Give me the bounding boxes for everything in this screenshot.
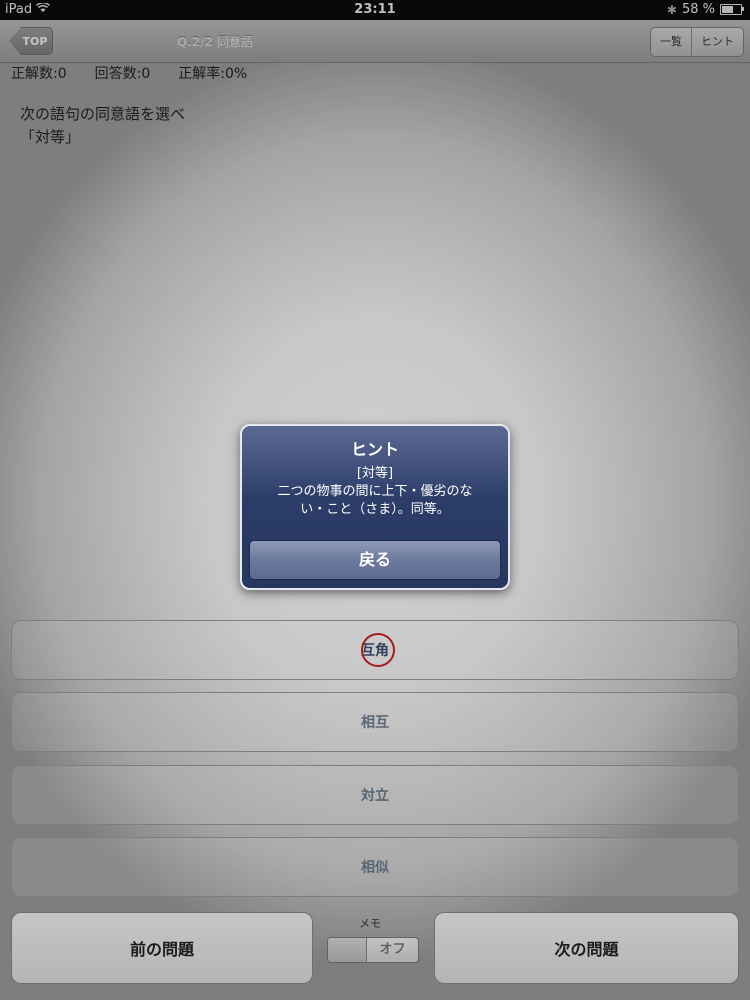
alert-line-2: 二つの物事の間に上下・優劣のな — [277, 484, 473, 499]
nav-segmented-control: 一覧 ヒント — [650, 27, 744, 57]
status-bar: iPad 23:11 ✱ 58 % — [0, 0, 750, 20]
score-stats: 正解数:0 回答数:0 正解率:0% — [11, 63, 247, 83]
question-word: 「対等」 — [20, 128, 81, 146]
alert-message: [対等] 二つの物事の間に上下・優劣のな い・こと（さま）。同等。 — [242, 465, 508, 519]
alert-line-3: い・こと（さま）。同等。 — [300, 502, 450, 517]
choice-3[interactable]: 対立 — [11, 765, 739, 825]
top-back-button[interactable]: TOP — [9, 27, 53, 55]
toggle-knob — [328, 938, 367, 962]
next-question-button[interactable]: 次の問題 — [434, 912, 739, 984]
question-prompt: 次の語句の同意語を選べ — [20, 105, 186, 123]
list-button[interactable]: 一覧 — [651, 28, 691, 56]
hint-alert-dialog: ヒント [対等] 二つの物事の間に上下・優劣のな い・こと（さま）。同等。 戻る — [240, 424, 510, 590]
hint-button[interactable]: ヒント — [691, 28, 743, 56]
navigation-bar: TOP Q.2/2 同意語 一覧 ヒント — [0, 20, 750, 63]
alert-back-button[interactable]: 戻る — [249, 540, 501, 580]
battery-icon — [720, 4, 744, 15]
alert-line-1: [対等] — [356, 466, 394, 481]
memo-toggle-state: オフ — [379, 942, 406, 957]
choice-4[interactable]: 相似 — [11, 837, 739, 897]
choice-1[interactable]: 互角 — [11, 620, 739, 680]
answered-count: 回答数:0 — [94, 66, 151, 82]
question-text: 次の語句の同意語を選べ 「対等」 — [20, 103, 185, 149]
correct-count: 正解数:0 — [11, 66, 67, 82]
bluetooth-icon: ✱ — [666, 2, 677, 17]
memo-label: メモ — [359, 917, 381, 930]
battery-percent: 58 % — [681, 2, 715, 17]
correct-rate: 正解率:0% — [178, 66, 248, 82]
memo-toggle[interactable]: オフ — [327, 937, 419, 963]
page-title: Q.2/2 同意語 — [176, 35, 254, 49]
status-right: ✱ 58 % — [666, 2, 744, 17]
choice-2[interactable]: 相互 — [11, 692, 739, 752]
status-time: 23:11 — [354, 2, 396, 17]
prev-question-button[interactable]: 前の問題 — [11, 912, 313, 984]
alert-title: ヒント — [350, 440, 399, 459]
